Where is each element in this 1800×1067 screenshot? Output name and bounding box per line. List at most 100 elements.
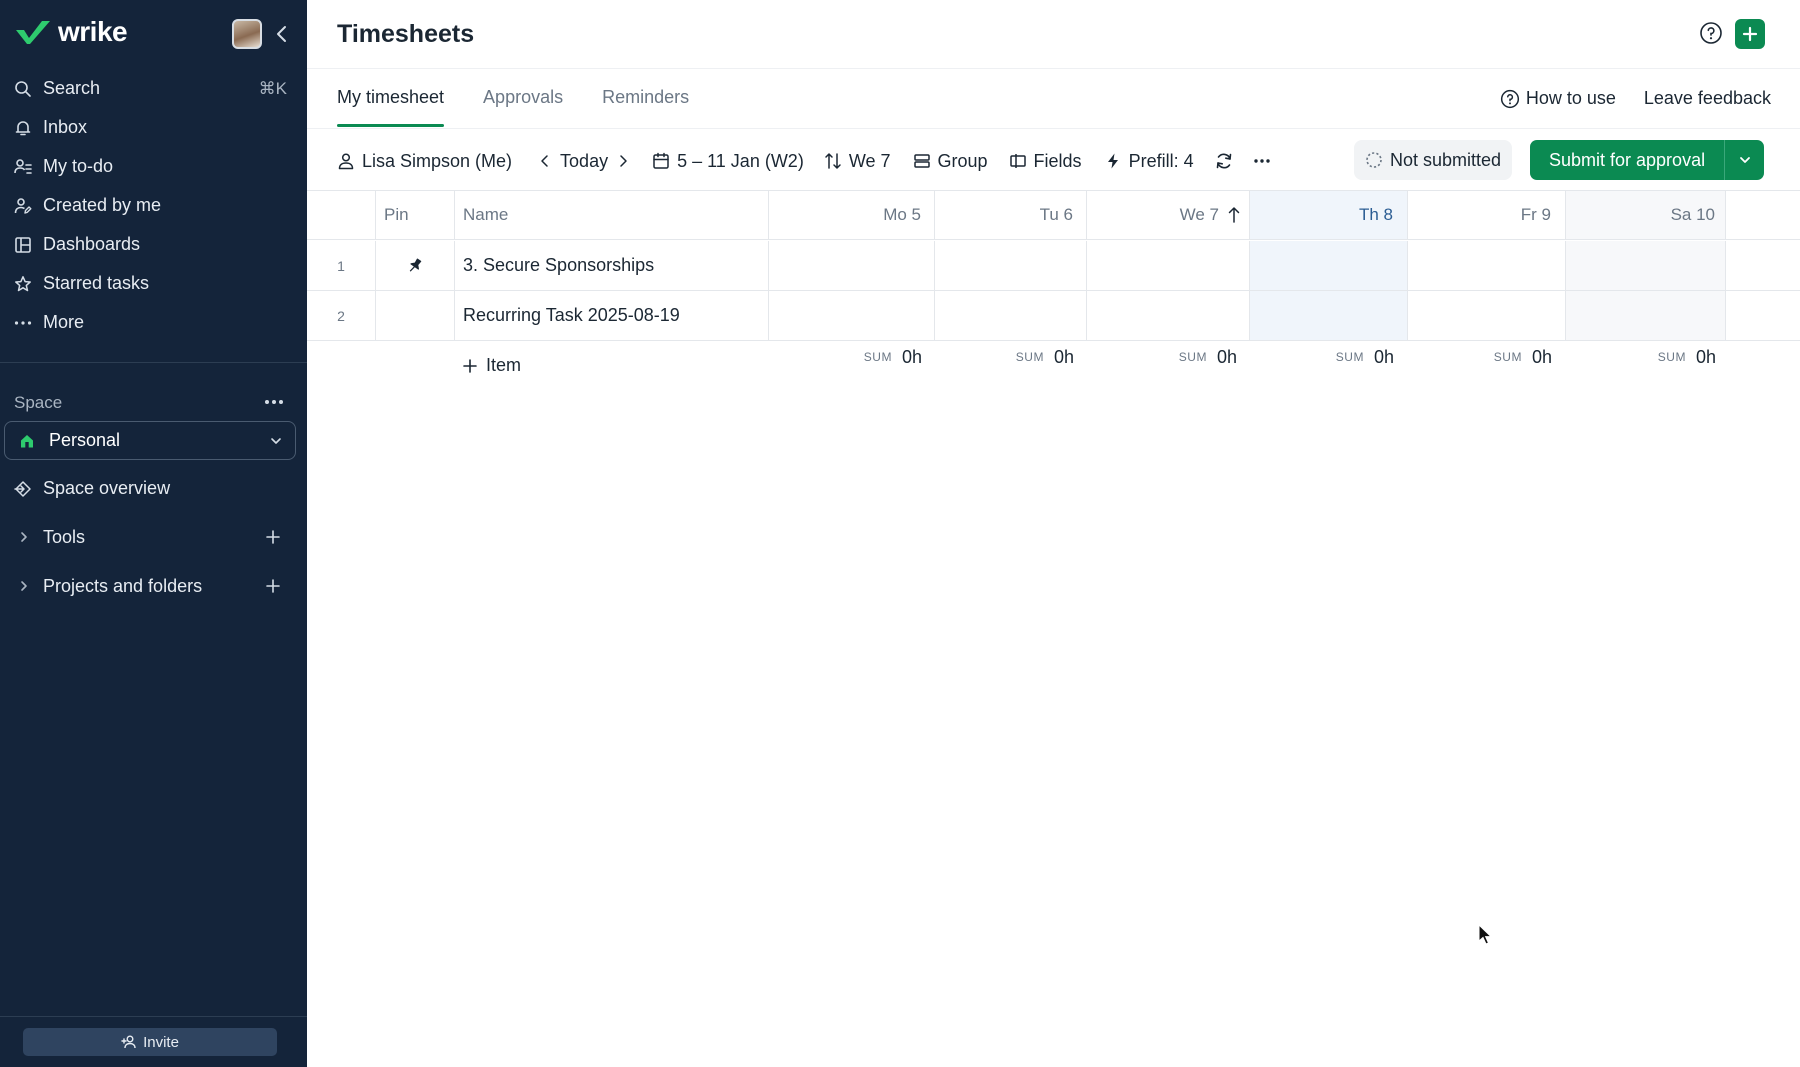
hours-cell-fr[interactable]	[1408, 241, 1566, 290]
sum-cell-mo: SUM 0h	[769, 342, 935, 372]
sum-label: SUM	[1015, 350, 1044, 364]
search-shortcut: ⌘K	[258, 78, 287, 98]
submit-options-button[interactable]	[1724, 140, 1765, 180]
help-icon[interactable]	[1699, 21, 1723, 45]
column-header-sa[interactable]: Sa 10	[1566, 191, 1726, 239]
sidebar-item-search[interactable]: Search ⌘K	[0, 69, 307, 108]
more-options-icon[interactable]	[1252, 151, 1272, 171]
group-label: Group	[937, 150, 988, 171]
space-selector-value: Personal	[49, 430, 121, 450]
hours-cell-we[interactable]	[1087, 291, 1250, 340]
chevron-right-icon	[21, 581, 27, 591]
fields-button[interactable]: Fields	[1009, 151, 1082, 172]
user-list-icon	[14, 158, 32, 174]
sidebar-item-inbox[interactable]: Inbox	[0, 108, 307, 147]
sum-label: SUM	[1657, 350, 1686, 364]
column-header-fr[interactable]: Fr 9	[1408, 191, 1566, 239]
task-name-cell[interactable]: Recurring Task 2025-08-19	[455, 291, 769, 340]
hours-cell-th[interactable]	[1250, 241, 1408, 290]
user-edit-icon	[14, 197, 32, 214]
sort-label: We 7	[848, 150, 891, 171]
tab-reminders[interactable]: Reminders	[602, 87, 689, 127]
sidebar-item-space-overview[interactable]: Space overview	[0, 469, 307, 508]
add-tool-icon[interactable]	[265, 529, 281, 545]
submit-for-approval-button[interactable]: Submit for approval	[1530, 140, 1725, 180]
table-row[interactable]: 1 3. Secure Sponsorships	[307, 241, 1800, 291]
sort-button[interactable]: We 7	[824, 151, 891, 172]
hours-cell-th[interactable]	[1250, 291, 1408, 340]
sum-row: SUM 0h SUM 0h SUM 0h SUM 0h SUM 0h SUM 0h	[307, 342, 1800, 382]
hours-cell-tu[interactable]	[935, 241, 1087, 290]
hours-cell-sa[interactable]	[1566, 291, 1726, 340]
sidebar-item-my-to-do[interactable]: My to-do	[0, 147, 307, 186]
tab-approvals[interactable]: Approvals	[483, 87, 563, 127]
hours-cell-mo[interactable]	[769, 241, 935, 290]
column-header-tu[interactable]: Tu 6	[935, 191, 1087, 239]
tab-my-timesheet[interactable]: My timesheet	[337, 87, 445, 127]
invite-label: Invite	[143, 1033, 179, 1051]
add-project-icon[interactable]	[265, 578, 281, 594]
space-more-icon[interactable]	[262, 392, 286, 412]
user-filter[interactable]: Lisa Simpson (Me)	[337, 151, 512, 172]
sidebar-item-label: Created by me	[43, 195, 162, 215]
sum-label: SUM	[1178, 350, 1207, 364]
submission-status-badge: Not submitted	[1354, 140, 1513, 180]
hours-cell-sa[interactable]	[1566, 241, 1726, 290]
how-to-use-label: How to use	[1525, 88, 1616, 108]
today-button[interactable]: Today	[560, 151, 608, 172]
pin-cell[interactable]	[376, 291, 455, 340]
sidebar-item-dashboards[interactable]: Dashboards	[0, 225, 307, 264]
sidebar-item-label: More	[43, 312, 85, 332]
plus-icon	[1742, 26, 1758, 42]
leave-feedback-link[interactable]: Leave feedback	[1644, 88, 1771, 109]
space-selector[interactable]: Personal	[4, 421, 296, 460]
group-button[interactable]: Group	[913, 151, 988, 172]
sidebar-item-label: Inbox	[43, 117, 88, 137]
row-number: 2	[337, 307, 345, 324]
sidebar-item-starred-tasks[interactable]: Starred tasks	[0, 264, 307, 303]
sum-cell-tu: SUM 0h	[935, 342, 1087, 372]
avatar[interactable]	[232, 19, 262, 49]
hours-cell-tu[interactable]	[935, 291, 1087, 340]
table-row[interactable]: 2 Recurring Task 2025-08-19	[307, 291, 1800, 341]
column-header-name[interactable]: Name	[455, 191, 769, 239]
collapse-sidebar-icon[interactable]	[272, 22, 292, 46]
how-to-use-link[interactable]: How to use	[1500, 88, 1616, 109]
sidebar-item-label: My to-do	[43, 156, 114, 176]
sidebar-item-projects-and-folders[interactable]: Projects and folders	[0, 566, 307, 606]
hours-cell-mo[interactable]	[769, 291, 935, 340]
pending-status-icon	[1366, 152, 1382, 168]
sidebar-item-tools[interactable]: Tools	[0, 517, 307, 557]
refresh-icon[interactable]	[1214, 151, 1234, 171]
mouse-cursor-icon	[1478, 924, 1493, 945]
add-button[interactable]	[1735, 19, 1765, 49]
main-content: Timesheets My timesheet Approvals Remind…	[307, 0, 1800, 1067]
task-name: Recurring Task 2025-08-19	[463, 305, 680, 325]
sum-cell-fr: SUM 0h	[1408, 342, 1566, 372]
prefill-button[interactable]: Prefill: 4	[1104, 151, 1194, 172]
hours-cell-fr[interactable]	[1408, 291, 1566, 340]
sidebar-item-label: Tools	[43, 526, 86, 547]
sidebar-item-created-by-me[interactable]: Created by me	[0, 186, 307, 225]
next-week-icon[interactable]	[616, 154, 630, 168]
wrike-logo[interactable]: wrike	[14, 16, 128, 48]
calendar-icon	[653, 152, 669, 169]
pin-cell[interactable]	[376, 241, 455, 290]
hours-cell-we[interactable]	[1087, 241, 1250, 290]
sidebar-nav: Search ⌘K Inbox My to-do Created by me D…	[0, 69, 307, 342]
column-header-pin[interactable]: Pin	[376, 191, 455, 239]
column-header-mo[interactable]: Mo 5	[769, 191, 935, 239]
sidebar-item-more[interactable]: More	[0, 303, 307, 342]
invite-button[interactable]: Invite	[23, 1028, 277, 1056]
page-title: Timesheets	[337, 20, 475, 48]
previous-week-icon[interactable]	[538, 154, 552, 168]
sum-cell-th: SUM 0h	[1250, 342, 1408, 372]
task-name-cell[interactable]: 3. Secure Sponsorships	[455, 241, 769, 290]
date-range-picker[interactable]: 5 – 11 Jan (W2)	[652, 151, 804, 172]
column-header-th[interactable]: Th 8	[1250, 191, 1408, 239]
fields-label: Fields	[1033, 150, 1082, 171]
column-header-we[interactable]: We 7	[1087, 191, 1250, 239]
wrike-check-icon	[16, 21, 50, 44]
sidebar-item-label: Starred tasks	[43, 273, 150, 293]
sidebar-item-label: Space overview	[43, 478, 171, 498]
